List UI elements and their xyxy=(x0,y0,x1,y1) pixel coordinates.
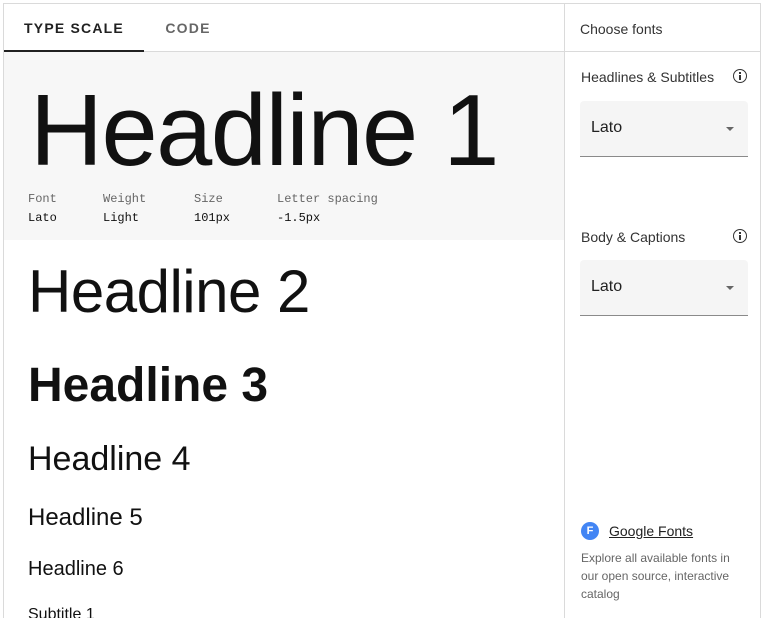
sidebar-title: Choose fonts xyxy=(580,21,663,37)
meta-size-label: Size xyxy=(194,192,223,206)
headline5-sample[interactable]: Headline 5 xyxy=(28,503,143,533)
headline4-sample[interactable]: Headline 4 xyxy=(28,439,191,479)
meta-font-value: Lato xyxy=(28,211,57,225)
font-chooser-sidebar: Choose fonts Headlines & Subtitles Lato … xyxy=(564,4,760,618)
info-icon[interactable] xyxy=(733,229,747,243)
headline3-sample[interactable]: Headline 3 xyxy=(28,358,268,414)
headline1-specimen[interactable]: Headline 1 Font Lato Weight Light Size 1… xyxy=(4,52,564,240)
tab-type-scale[interactable]: TYPE SCALE xyxy=(4,4,144,52)
subtitle1-sample[interactable]: Subtitle 1 xyxy=(28,604,95,618)
meta-font: Font Lato xyxy=(28,192,57,225)
meta-weight: Weight Light xyxy=(103,192,146,225)
dropdown-arrow-icon xyxy=(726,127,734,131)
type-scale-panel: TYPE SCALE CODE Headline 1 Font Lato Wei… xyxy=(4,4,564,618)
headlines-font-value: Lato xyxy=(591,119,623,136)
meta-size: Size 101px xyxy=(194,192,230,225)
meta-weight-label: Weight xyxy=(103,192,147,206)
headlines-label: Headlines & Subtitles xyxy=(581,69,715,85)
info-icon[interactable] xyxy=(733,69,747,83)
headline6-sample[interactable]: Headline 6 xyxy=(28,556,124,582)
tab-bar: TYPE SCALE CODE xyxy=(4,4,564,52)
google-fonts-description: Explore all available fonts in our open … xyxy=(581,551,730,601)
body-font-value: Lato xyxy=(591,278,623,295)
meta-letter-spacing-label: Letter spacing xyxy=(277,192,378,206)
app-frame: TYPE SCALE CODE Headline 1 Font Lato Wei… xyxy=(3,3,761,618)
meta-size-value: 101px xyxy=(194,211,231,225)
headline2-sample[interactable]: Headline 2 xyxy=(28,257,310,327)
dropdown-arrow-icon xyxy=(726,286,734,290)
meta-letter-spacing-value: -1.5px xyxy=(277,211,321,225)
google-fonts-icon: F xyxy=(581,522,599,540)
meta-font-label: Font xyxy=(28,192,57,206)
meta-letter-spacing: Letter spacing -1.5px xyxy=(277,192,378,225)
body-font-select[interactable]: Lato xyxy=(580,260,748,316)
tab-code[interactable]: CODE xyxy=(144,4,232,51)
headlines-font-select[interactable]: Lato xyxy=(580,101,748,157)
sidebar-divider xyxy=(565,51,760,52)
meta-weight-value: Light xyxy=(103,211,140,225)
headline1-sample: Headline 1 xyxy=(30,75,499,187)
google-fonts-link[interactable]: Google Fonts xyxy=(609,523,693,539)
body-label: Body & Captions xyxy=(581,229,686,245)
